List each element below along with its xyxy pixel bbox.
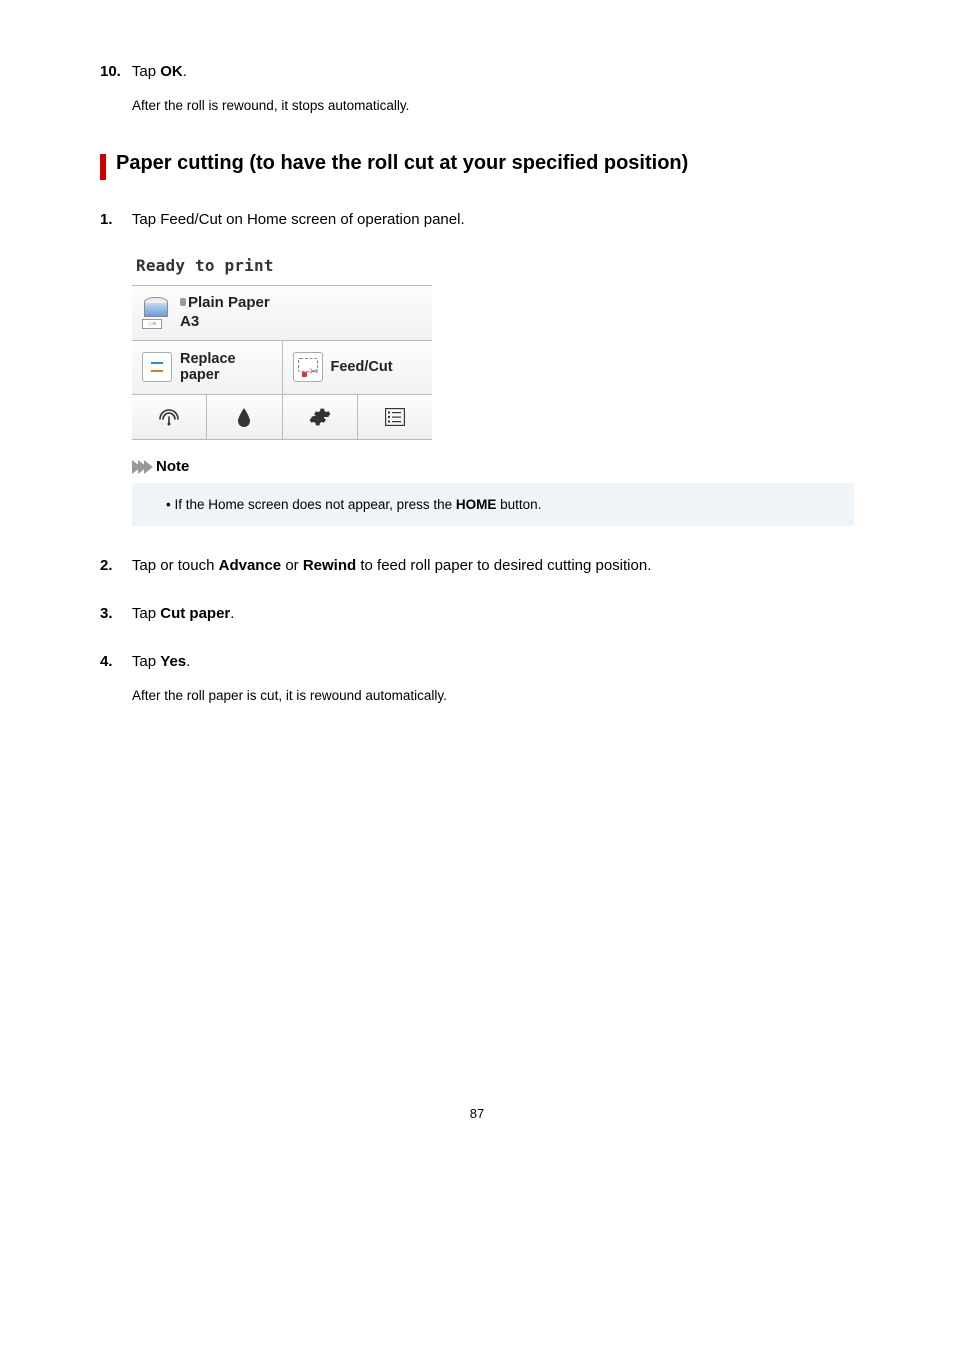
step-4: 4. Tap Yes.: [100, 650, 854, 674]
note-body: If the Home screen does not appear, pres…: [132, 483, 854, 526]
feed-cut-label: Feed/Cut: [331, 359, 393, 376]
step-number: 2.: [100, 554, 128, 578]
wireless-button[interactable]: [132, 395, 207, 439]
step-10: 10. Tap OK.: [100, 60, 854, 84]
paper-type: Plain Paper: [188, 294, 270, 311]
note-item: If the Home screen does not appear, pres…: [166, 497, 836, 512]
note-chevrons-icon: [132, 460, 150, 474]
section-title: Paper cutting (to have the roll cut at y…: [116, 152, 688, 175]
replace-paper-button[interactable]: Replace paper: [132, 341, 283, 394]
note-heading: Note: [132, 458, 854, 475]
panel-status: Ready to print: [132, 248, 432, 285]
feed-cut-button[interactable]: ✂ Feed/Cut: [283, 341, 433, 394]
paper-size: A3: [180, 313, 270, 332]
page-number: 87: [100, 1106, 854, 1121]
note-label: Note: [156, 458, 189, 475]
replace-paper-icon: [142, 352, 172, 382]
note-item-suffix: button.: [496, 497, 541, 512]
ink-drop-icon: [236, 407, 252, 427]
step-2: 2. Tap or touch Advance or Rewind to fee…: [100, 554, 854, 578]
replace-paper-label: Replace paper: [180, 351, 236, 384]
paper-roll-icon: ○≡: [142, 297, 170, 329]
lock-icon: [180, 298, 186, 306]
gear-icon: [309, 406, 331, 428]
list-icon: [385, 408, 405, 426]
feed-cut-icon: ✂: [293, 352, 323, 382]
paper-info-row: ○≡ Plain Paper A3: [132, 285, 432, 340]
step-text-prefix: Tap: [132, 63, 160, 80]
step-text-suffix: .: [183, 63, 187, 80]
step-number: 4.: [100, 650, 128, 674]
settings-button[interactable]: [283, 395, 358, 439]
wireless-icon: [158, 407, 180, 427]
note-item-bold: HOME: [456, 497, 497, 512]
operation-panel-screenshot: Ready to print ○≡ Plain Paper A3: [132, 248, 432, 440]
jobs-button[interactable]: [358, 395, 432, 439]
step-1: 1. Tap Feed/Cut on Home screen of operat…: [100, 208, 854, 232]
step-number: 10.: [100, 60, 128, 84]
ink-button[interactable]: [207, 395, 282, 439]
step-10-sub: After the roll is rewound, it stops auto…: [132, 96, 854, 116]
section-heading: Paper cutting (to have the roll cut at y…: [100, 152, 854, 180]
step-3: 3. Tap Cut paper.: [100, 602, 854, 626]
step-4-sub: After the roll paper is cut, it is rewou…: [132, 686, 854, 706]
step-number: 1.: [100, 208, 128, 232]
step-text-bold: OK: [160, 63, 183, 80]
step-number: 3.: [100, 602, 128, 626]
paper-info-text: Plain Paper A3: [180, 294, 270, 332]
note-item-prefix: If the Home screen does not appear, pres…: [174, 497, 455, 512]
step-text: Tap Feed/Cut on Home screen of operation…: [132, 211, 465, 228]
section-accent-bar: [100, 154, 106, 180]
